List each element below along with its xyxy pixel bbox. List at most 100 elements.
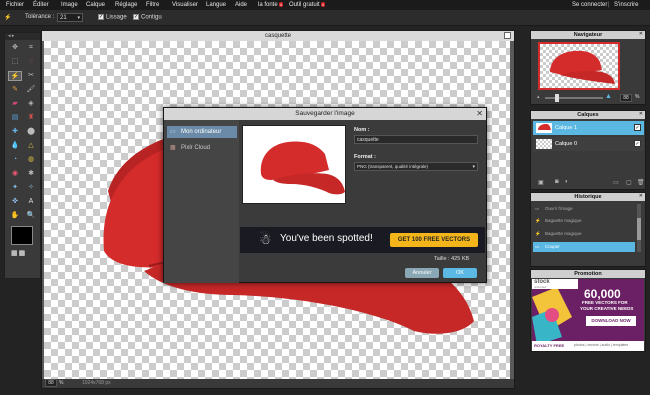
contiguous-checkbox[interactable]: ✓ Contigu [133,14,162,21]
tolerance-input[interactable]: 21 ▾ [57,13,83,22]
zoom-tool-icon[interactable]: 🔍 [24,211,38,221]
menu-outil-gratuit[interactable]: Outil gratuit 4 [289,2,325,8]
login-link[interactable]: Se connecter [572,2,607,8]
history-item[interactable]: ⚡ Baguette magique [533,229,635,239]
image-preview [242,125,346,204]
close-icon[interactable]: ✕ [639,111,643,117]
navigator-zoom-input[interactable]: 88 [620,94,632,102]
my-computer-option[interactable]: ▭ Mon ordinateur [167,126,237,138]
robot-icon: ☃ [259,231,272,247]
dropdown-arrow-icon: ▾ [472,164,475,170]
new-folder-icon[interactable]: ▭ [613,179,619,186]
smoothing-checkbox[interactable]: ✓ Lissage [98,14,127,21]
lasso-tool-icon[interactable]: ◌ [24,57,38,67]
pinch-tool-icon[interactable]: ✧ [24,183,38,193]
sponge-tool-icon[interactable]: ◍ [24,155,38,165]
pixlr-cloud-option[interactable]: ▩ Pixlr Cloud [167,142,237,154]
brand-sub: unlimited [534,285,547,289]
drop-tool-icon[interactable]: 💧 [8,141,22,151]
maximize-icon[interactable] [504,32,511,39]
scissors-tool-icon[interactable]: ✂ [24,71,38,81]
layer-thumbnail [536,139,552,149]
history-item[interactable]: ▭ Ouvrir l'image [533,204,635,214]
menu-bar: Fichier Éditer Image Calque Réglage Filt… [0,0,650,10]
layer-adjust-icon[interactable]: ◐ [565,179,569,185]
gradient-tool-icon[interactable]: ▤ [8,113,22,123]
ad-button[interactable]: GET 100 FREE VECTORS [390,233,478,247]
layer-row-1[interactable]: Calque 1 ✓ [533,121,644,135]
menu-filtre[interactable]: Filtre [146,2,159,8]
close-icon[interactable]: ✕ [639,193,643,199]
zoom-input[interactable]: 88 [45,379,57,387]
layers-panel: Calques ✕ Calque 1 ✓ Calque 0 ✓ ▣ ◙ ◐ ▭ … [530,110,646,190]
brush-tool-icon[interactable]: 🖌 [24,85,38,95]
close-icon[interactable]: ✕ [639,31,643,37]
zoom-in-icon[interactable]: ▲ [605,93,612,100]
bucket-tool-icon[interactable]: ◈ [24,99,38,109]
format-value: PNG (transparent, qualité intégrale) [357,164,429,169]
primary-color-swatch[interactable] [11,226,33,245]
slider-handle[interactable] [555,94,559,102]
zoom-out-icon[interactable]: ▴ [537,94,540,100]
marquee-tool-icon[interactable]: ⬚ [8,57,22,67]
layer-visibility-checkbox[interactable]: ✓ [634,140,641,147]
magic-wand-icon: ⚡ [4,15,12,21]
magic-wand-tool-icon[interactable]: ⚡ [8,71,22,81]
la-fonte-label: la fonte [258,2,278,8]
menu-aide[interactable]: Aide [235,2,247,8]
layer-visibility-checkbox[interactable]: ✓ [634,124,641,131]
layer-styles-icon[interactable]: ▣ [538,179,544,186]
dialog-title: Sauvegarder l'image [164,108,486,120]
color-replace-tool-icon[interactable]: ⬤ [24,127,38,137]
layer-mask-icon[interactable]: ◙ [555,179,559,185]
spot-heal-tool-icon[interactable]: ✱ [24,169,38,179]
trash-icon[interactable]: 🗑 [637,179,645,186]
blur-tool-icon[interactable]: ◔ [8,155,22,165]
layer-row-0[interactable]: Calque 0 ✓ [533,137,644,151]
promo-headline: 60,000 [584,287,621,301]
bloat-tool-icon[interactable]: ✦ [8,183,22,193]
promo-footer-links: photos | vectors | audio | templates [574,343,629,347]
heal-tool-icon[interactable]: ✚ [8,127,22,137]
checkbox-icon: ✓ [133,14,139,20]
promo-download-button[interactable]: DOWNLOAD NOW [586,316,636,326]
menu-visualiser[interactable]: Visualiser [172,2,198,8]
menu-image[interactable]: Image [61,2,78,8]
eraser-tool-icon[interactable]: ▰ [8,99,22,109]
menu-editer[interactable]: Éditer [33,2,49,8]
text-tool-icon[interactable]: A [24,197,38,207]
zoom-slider[interactable] [545,94,603,102]
ad-banner[interactable]: ☃ You've been spotted! GET 100 FREE VECT… [240,227,485,253]
cancel-button[interactable]: Annuler [405,268,439,278]
move-tool-icon[interactable]: ✥ [8,43,22,53]
pencil-tool-icon[interactable]: ✎ [8,85,22,95]
sharpen-tool-icon[interactable]: △ [24,141,38,151]
toolbox-header: ◂ ▸ [5,33,40,40]
clone-stamp-tool-icon[interactable]: ♜ [24,113,38,123]
new-layer-icon[interactable]: ▢ [626,179,632,186]
view-mode-icon[interactable]: ▦▦ [11,249,35,259]
menu-la-fonte[interactable]: la fonte 4 [258,2,283,8]
promo-ad[interactable]: stock unlimited 60,000 FREE VECTORS FOR … [532,279,644,351]
navigator-thumbnail[interactable] [538,42,620,90]
history-item-current[interactable]: ▭ Couper [533,242,635,252]
thumbnail-cap-image [550,50,615,84]
hand-tool-icon[interactable]: ✋ [8,211,22,221]
menu-fichier[interactable]: Fichier [6,2,24,8]
history-item[interactable]: ⚡ Baguette magique [533,216,635,226]
drawing-tool-icon[interactable]: ✜ [8,197,22,207]
status-bar: 88 % 1024x768 px [42,379,514,388]
notification-badge: 4 [278,2,283,7]
menu-reglage[interactable]: Réglage [115,2,137,8]
close-icon[interactable]: ✕ [476,109,483,119]
crop-tool-icon[interactable]: ⌗ [24,43,38,53]
history-scrollbar[interactable] [637,204,641,252]
signup-link[interactable]: S'inscrire [614,2,638,8]
menu-langue[interactable]: Langue [206,2,226,8]
scrollbar-thumb[interactable] [637,218,641,240]
format-select[interactable]: PNG (transparent, qualité intégrale) ▾ [354,162,478,171]
menu-calque[interactable]: Calque [86,2,105,8]
ok-button[interactable]: OK [443,268,477,278]
red-eye-tool-icon[interactable]: ◉ [8,169,22,179]
name-field[interactable]: casquette [354,135,478,144]
